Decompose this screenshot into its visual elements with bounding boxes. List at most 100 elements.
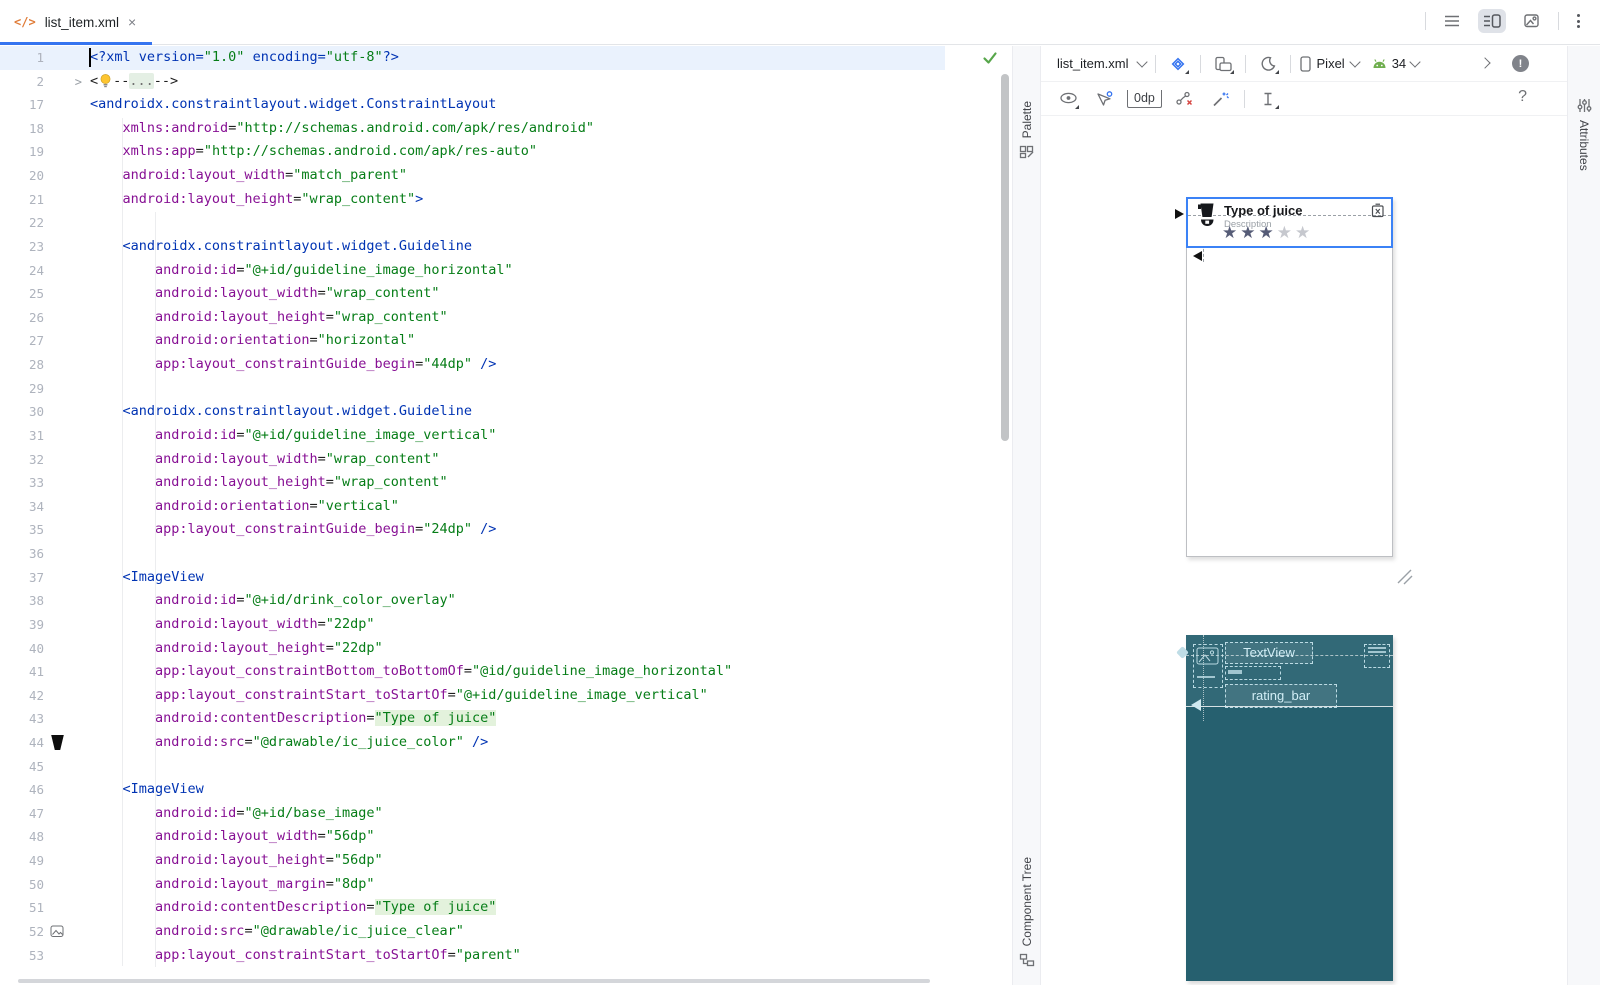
code-line-40[interactable]: 40 android:layout_height="22dp" [0,637,945,661]
code-line-52[interactable]: 52 android:src="@drawable/ic_juice_clear… [0,920,945,944]
night-mode-button[interactable] [1255,52,1281,76]
attributes-tab[interactable]: Attributes [1568,98,1600,171]
code-line-34[interactable]: 34 android:orientation="vertical" [0,495,945,519]
code-line-24[interactable]: 24 android:id="@+id/guideline_image_hori… [0,259,945,283]
code-line-51[interactable]: 51 android:contentDescription="Type of j… [0,896,945,920]
blueprint-description-box[interactable] [1225,666,1281,680]
code-line-22[interactable]: 22 [0,211,945,235]
code-line-41[interactable]: 41 app:layout_constraintBottom_toBottomO… [0,660,945,684]
blueprint-textview-box[interactable]: TextView [1225,642,1313,664]
code-line-46[interactable]: 46 <ImageView [0,778,945,802]
more-options-kebab-icon[interactable] [1571,12,1586,30]
code-line-25[interactable]: 25 android:layout_width="wrap_content" [0,282,945,306]
code-line-33[interactable]: 33 android:layout_height="wrap_content" [0,471,945,495]
code-line-50[interactable]: 50 android:layout_margin="8dp" [0,873,945,897]
code-line-1[interactable]: 1<?xml version="1.0" encoding="utf-8"?> [0,46,945,70]
code-line-37[interactable]: 37 <ImageView [0,566,945,590]
editor-mode-switcher [1425,9,1586,33]
file-selector-dropdown[interactable]: list_item.xml [1057,56,1129,71]
code-line-44[interactable]: 44 android:src="@drawable/ic_juice_color… [0,731,945,755]
design-preview-frame[interactable]: Type of juice Description ★★★★★ [1186,197,1393,557]
star-filled-icon[interactable]: ★ [1222,223,1240,243]
gutter-icon-slot [48,589,86,613]
code-editor[interactable]: 1<?xml version="1.0" encoding="utf-8"?>2… [0,46,1012,985]
code-line-36[interactable]: 36 [0,542,945,566]
code-line-39[interactable]: 39 android:layout_width="22dp" [0,613,945,637]
code-line-42[interactable]: 42 app:layout_constraintStart_toStartOf=… [0,684,945,708]
blueprint-frame[interactable]: TextView rating_bar [1186,635,1393,981]
design-view-button[interactable] [1518,9,1546,33]
fold-arrow-icon[interactable]: > [75,71,82,95]
code-line-53[interactable]: 53 app:layout_constraintStart_toStartOf=… [0,944,945,968]
tab-list-item-xml[interactable]: </> list_item.xml × [0,0,150,44]
vertical-align-icon [1261,91,1275,107]
blueprint-imageview-box[interactable] [1193,644,1223,688]
code-line-43[interactable]: 43 android:contentDescription="Type of j… [0,707,945,731]
code-line-18[interactable]: 18 xmlns:android="http://schemas.android… [0,117,945,141]
design-canvas[interactable]: Type of juice Description ★★★★★ [1041,116,1567,985]
gutter-icon-slot [48,93,86,117]
rating-bar[interactable]: ★★★★★ [1222,223,1313,243]
code-line-47[interactable]: 47 android:id="@+id/base_image" [0,802,945,826]
guideline-handle-left-arrow[interactable] [1193,251,1202,261]
code-view-button[interactable] [1438,9,1466,33]
code-line-32[interactable]: 32 android:layout_width="wrap_content" [0,448,945,472]
frame-resize-handle[interactable] [1396,568,1413,585]
help-button[interactable]: ? [1518,88,1527,106]
split-view-button[interactable] [1478,9,1506,33]
code-line-23[interactable]: 23 <androidx.constraintlayout.widget.Gui… [0,235,945,259]
code-line-30[interactable]: 30 <androidx.constraintlayout.widget.Gui… [0,400,945,424]
drawable-preview-juice-cup-icon[interactable] [50,735,65,750]
toolbar-overflow-arrow-icon[interactable] [1479,57,1490,68]
code-line-29[interactable]: 29 [0,377,945,401]
inspection-status-check-icon[interactable] [982,51,998,70]
code-line-48[interactable]: 48 android:layout_width="56dp" [0,825,945,849]
view-options-button[interactable] [1055,87,1081,111]
default-margins-control[interactable]: 0dp [1127,90,1162,108]
gutter-icon-slot [48,825,86,849]
issues-panel-badge[interactable]: ! [1512,55,1529,72]
star-empty-icon[interactable]: ★ [1295,223,1313,243]
code-line-28[interactable]: 28 app:layout_constraintGuide_begin="44d… [0,353,945,377]
gutter-icon-slot [48,849,86,873]
blueprint-guideline-arrow[interactable] [1191,699,1201,711]
blueprint-ratingbar-box[interactable]: rating_bar [1225,684,1337,708]
align-pack-button[interactable] [1255,87,1281,111]
palette-tab[interactable]: Palette [1013,101,1040,159]
star-filled-icon[interactable]: ★ [1240,223,1258,243]
editor-vertical-scrollbar[interactable] [1001,74,1009,441]
gutter-icon-slot [48,542,86,566]
infer-constraints-button[interactable] [1208,87,1234,111]
code-line-38[interactable]: 38 android:id="@+id/drink_color_overlay" [0,589,945,613]
gutter-icon-slot [48,731,86,755]
editor-horizontal-scrollbar[interactable] [18,979,930,983]
code-line-21[interactable]: 21 android:layout_height="wrap_content"> [0,188,945,212]
blueprint-delete-button-box[interactable] [1364,644,1390,668]
code-line-27[interactable]: 27 android:orientation="horizontal" [0,329,945,353]
list-item-component-selected[interactable]: Type of juice Description ★★★★★ [1186,197,1393,248]
code-line-26[interactable]: 26 android:layout_height="wrap_content" [0,306,945,330]
code-line-2[interactable]: 2><--...--> [0,70,945,94]
api-level-selector[interactable]: 34 [1372,56,1419,71]
code-line-49[interactable]: 49 android:layout_height="56dp" [0,849,945,873]
code-line-35[interactable]: 35 app:layout_constraintGuide_begin="24d… [0,518,945,542]
autoconnect-toggle-button[interactable] [1091,87,1117,111]
design-surface-selector-button[interactable] [1165,52,1191,76]
drawable-preview-image-icon[interactable] [50,925,64,938]
gutter-icon-slot [48,400,86,424]
code-line-20[interactable]: 20 android:layout_width="match_parent" [0,164,945,188]
star-empty-icon[interactable]: ★ [1277,223,1295,243]
component-tree-tab[interactable]: Component Tree [1013,857,1040,967]
orientation-button[interactable] [1210,52,1236,76]
tab-close-icon[interactable]: × [128,15,136,29]
code-line-19[interactable]: 19 xmlns:app="http://schemas.android.com… [0,140,945,164]
star-filled-icon[interactable]: ★ [1259,223,1277,243]
code-line-17[interactable]: 17<androidx.constraintlayout.widget.Cons… [0,93,945,117]
line-number: 42 [0,684,44,708]
delete-item-icon[interactable] [1371,203,1385,218]
device-selector[interactable]: Pixel [1300,56,1359,72]
clear-constraints-button[interactable] [1172,87,1198,111]
code-line-31[interactable]: 31 android:id="@+id/guideline_image_vert… [0,424,945,448]
guideline-handle-right-arrow[interactable] [1175,209,1184,219]
code-line-45[interactable]: 45 [0,755,945,779]
